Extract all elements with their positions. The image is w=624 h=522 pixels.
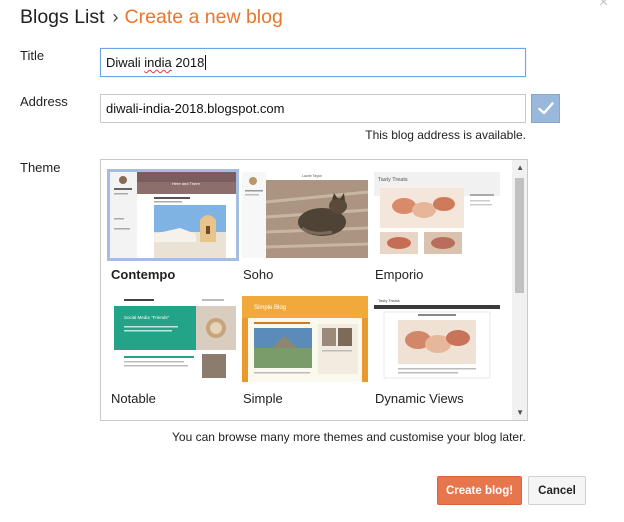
availability-message: This blog address is available. <box>365 128 526 142</box>
scrollbar-thumb[interactable] <box>515 178 524 293</box>
svg-text:Tasty Treats: Tasty Treats <box>378 177 408 183</box>
theme-thumbnail-simple[interactable]: Simple Blog <box>242 296 368 382</box>
close-icon[interactable]: × <box>599 0 608 12</box>
theme-label: Theme <box>20 160 61 175</box>
address-label: Address <box>20 94 68 109</box>
theme-name-emporio: Emporio <box>375 267 424 282</box>
text-caret <box>205 55 207 70</box>
theme-name-simple: Simple <box>243 391 283 406</box>
svg-text:Social Media "Friends": Social Media "Friends" <box>124 315 170 320</box>
address-input[interactable]: diwali-india-2018.blogspot.com <box>100 94 526 123</box>
theme-thumbnail-dynamic-views[interactable]: Tasty Treats <box>374 296 500 382</box>
breadcrumb-separator: › <box>112 7 119 27</box>
scroll-up-icon[interactable]: ▲ <box>516 163 524 172</box>
checkmark-icon <box>537 102 554 115</box>
theme-thumbnail-contempo[interactable]: Here and There <box>107 169 239 261</box>
title-text-rest: 2018 <box>171 55 205 70</box>
theme-picker[interactable]: Here and There Contempo Laurie Taylor So… <box>100 159 528 421</box>
svg-text:Here and There: Here and There <box>172 181 201 186</box>
address-text: diwali-india-2018.blogspot.com <box>106 101 285 116</box>
cancel-button[interactable]: Cancel <box>528 476 586 505</box>
title-text: Diwali <box>106 55 145 70</box>
blogs-list-link[interactable]: Blogs List <box>20 6 105 28</box>
address-check-button[interactable] <box>531 94 560 123</box>
svg-text:Simple Blog: Simple Blog <box>254 305 286 311</box>
theme-scrollbar[interactable]: ▲ ▼ <box>512 160 527 420</box>
theme-name-soho: Soho <box>243 267 274 282</box>
theme-thumbnail-emporio[interactable]: Tasty Treats <box>374 172 500 258</box>
theme-name-dynamic-views: Dynamic Views <box>375 391 464 406</box>
theme-name-notable: Notable <box>111 391 156 406</box>
create-blog-button[interactable]: Create blog! <box>437 476 522 505</box>
spellcheck-word: india <box>144 55 172 70</box>
scroll-down-icon[interactable]: ▼ <box>516 408 524 417</box>
theme-thumbnail-soho[interactable]: Laurie Taylor <box>242 172 368 258</box>
svg-text:Laurie Taylor: Laurie Taylor <box>302 174 323 178</box>
breadcrumb: Blogs List › Create a new blog <box>20 6 283 29</box>
theme-thumbnail-notable[interactable]: Social Media "Friends" <box>110 296 236 382</box>
title-label: Title <box>20 48 45 63</box>
page-title: Create a new blog <box>124 6 283 28</box>
svg-text:Tasty Treats: Tasty Treats <box>378 298 400 303</box>
title-input[interactable]: Diwali india 2018 <box>100 48 526 77</box>
theme-name-contempo: Contempo <box>111 267 176 282</box>
theme-footnote: You can browse many more themes and cust… <box>172 430 526 444</box>
